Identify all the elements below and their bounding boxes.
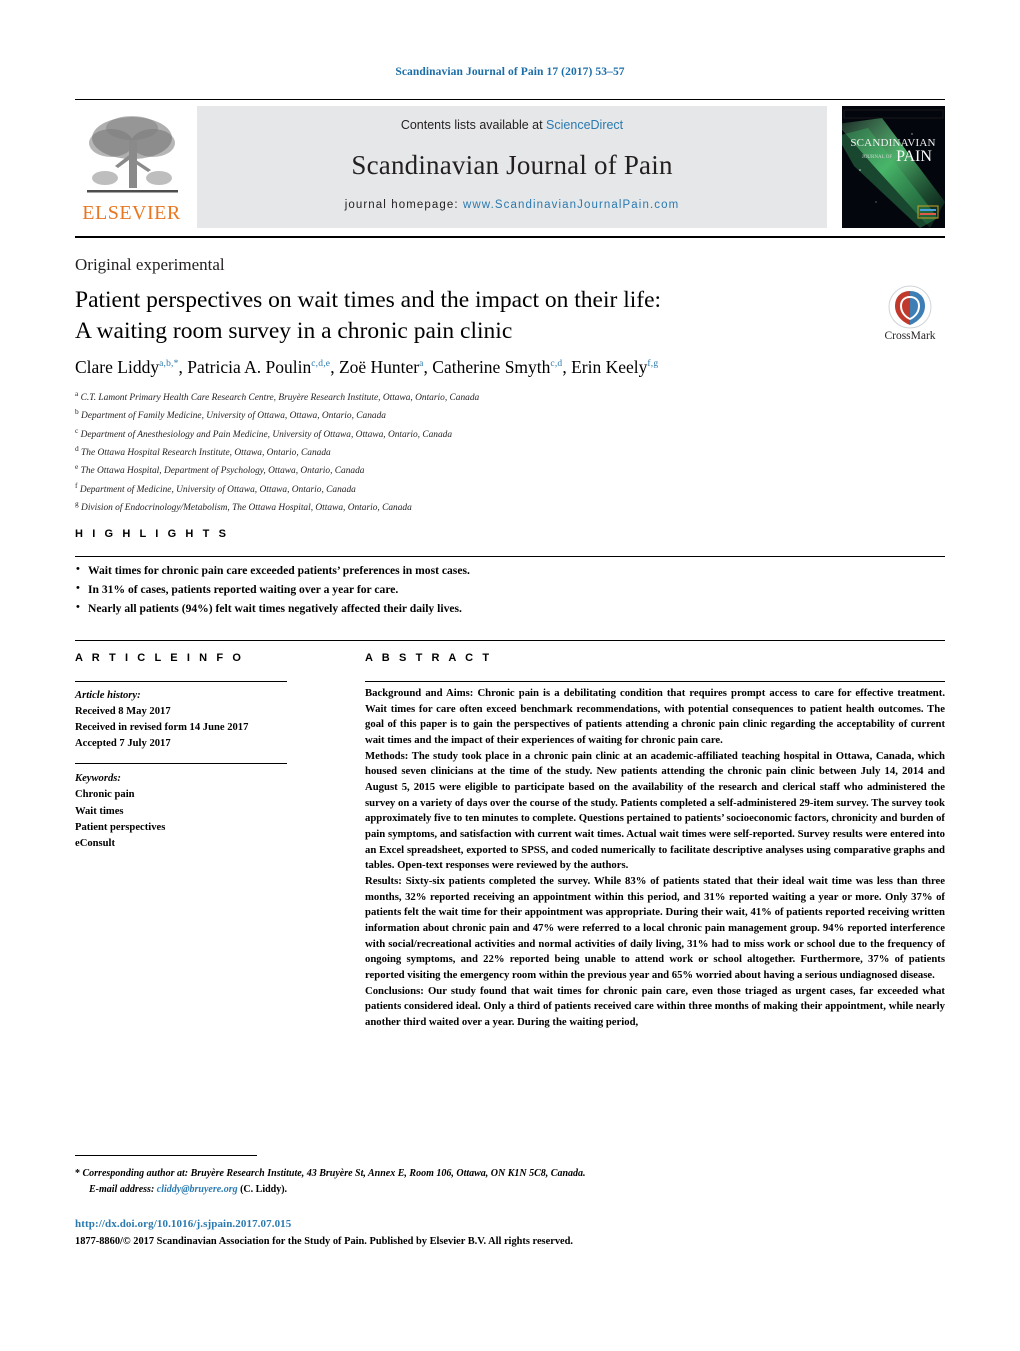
affiliation-item: c Department of Anesthesiology and Pain … xyxy=(75,425,453,440)
journal-homepage-link[interactable]: www.ScandinavianJournalPain.com xyxy=(463,199,679,211)
page-title: Patient perspectives on wait times and t… xyxy=(75,285,855,348)
email-link[interactable]: cliddy@bruyere.org xyxy=(157,1184,238,1195)
copyright-notice: 1877-8860/© 2017 Scandinavian Associatio… xyxy=(75,1236,574,1247)
footnote-divider xyxy=(75,1155,257,1156)
author-name: Clare Liddy xyxy=(75,357,160,377)
abstract-section-label: Methods: xyxy=(365,749,409,762)
author-list: Clare Liddya,b,*, Patricia A. Poulinc,d,… xyxy=(75,357,659,377)
journal-cover-thumbnail: SCANDINAVIAN JOURNAL OF PAIN xyxy=(842,106,945,228)
abstract-heading: A B S T R A C T xyxy=(365,652,493,664)
affiliation-item: f Department of Medicine, University of … xyxy=(75,480,356,495)
highlight-item: In 31% of cases, patients reported waiti… xyxy=(75,580,855,600)
doi-link[interactable]: http://dx.doi.org/10.1016/j.sjpain.2017.… xyxy=(75,1218,291,1230)
journal-article-page: Scandinavian Journal of Pain 17 (2017) 5… xyxy=(0,0,1020,1351)
keyword-item: Wait times xyxy=(75,805,124,817)
article-history-item: Received 8 May 2017 xyxy=(75,706,171,718)
article-history-item: Received in revised form 14 June 2017 xyxy=(75,722,249,734)
author-affiliation-marker: f,g xyxy=(647,359,659,370)
abstract-section: Background and Aims: Chronic pain is a d… xyxy=(365,687,945,747)
article-type: Original experimental xyxy=(75,255,225,274)
abstract-rule xyxy=(365,681,945,682)
affiliation-item: g Division of Endocrinology/Metabolism, … xyxy=(75,499,412,514)
header-divider xyxy=(75,99,945,100)
keyword-item: Chronic pain xyxy=(75,789,135,801)
highlights-divider xyxy=(75,556,945,557)
elsevier-wordmark: ELSEVIER xyxy=(82,202,181,224)
keywords-divider xyxy=(75,763,287,765)
highlight-item: Wait times for chronic pain care exceede… xyxy=(75,561,855,581)
elsevier-tree-icon xyxy=(85,110,180,200)
corresponding-author-line: * Corresponding author at: Bruyère Resea… xyxy=(75,1166,875,1182)
contents-available-line: Contents lists available at ScienceDirec… xyxy=(197,118,827,132)
author-name: Zoë Hunter xyxy=(338,357,420,377)
affiliation-item: d The Ottawa Hospital Research Institute… xyxy=(75,444,331,459)
email-owner: (C. Liddy). xyxy=(240,1183,288,1195)
highlights-heading: H I G H L I G H T S xyxy=(75,528,230,540)
keywords-items: Chronic pain Wait times Patient perspectiv… xyxy=(75,787,305,851)
affiliation-marker: d xyxy=(75,444,79,454)
article-info-heading: A R T I C L E I N F O xyxy=(75,652,244,664)
highlights-list: Wait times for chronic pain care exceede… xyxy=(75,561,855,619)
abstract-section: Conclusions: Our study found that wait t… xyxy=(365,984,945,1029)
affiliation-item: e The Ottawa Hospital, Department of Psy… xyxy=(75,462,365,477)
journal-title: Scandinavian Journal of Pain xyxy=(351,150,673,180)
affiliation-marker: a xyxy=(75,389,79,398)
abstract-section-label: Results: xyxy=(365,875,402,888)
corresponding-marker: * xyxy=(75,1168,80,1179)
abstract-section: Results: Sixty-six patients completed th… xyxy=(365,875,945,982)
email-label: E-mail address: xyxy=(89,1183,155,1195)
svg-text:JOURNAL OF: JOURNAL OF xyxy=(862,155,892,160)
corresponding-author-note: * Corresponding author at: Bruyère Resea… xyxy=(75,1166,875,1197)
keyword-item: eConsult xyxy=(75,837,116,849)
crossmark-badge[interactable]: CrossMark xyxy=(862,285,958,342)
title-block: Patient perspectives on wait times and t… xyxy=(75,285,855,348)
corresponding-address: Corresponding author at: Bruyère Researc… xyxy=(82,1168,586,1179)
journal-header-band: Contents lists available at ScienceDirec… xyxy=(197,106,827,228)
journal-masthead: ELSEVIER Contents lists available at Sci… xyxy=(75,106,945,228)
svg-text:PAIN: PAIN xyxy=(896,148,932,165)
affiliation-marker: f xyxy=(75,480,78,490)
abstract-section: Methods: The study took place in a chron… xyxy=(365,749,945,872)
affiliation-marker: c xyxy=(75,425,79,435)
author-name: Catherine Smyth xyxy=(432,357,551,377)
keywords-label: Keywords: xyxy=(75,773,121,785)
info-abstract-divider xyxy=(75,640,945,641)
masthead-divider xyxy=(75,236,945,238)
author-name: Patricia A. Poulin xyxy=(187,357,312,377)
affiliation-item: b Department of Family Medicine, Univers… xyxy=(75,407,386,422)
affiliation-marker: b xyxy=(75,407,79,417)
crossmark-icon xyxy=(888,285,932,329)
running-head: Scandinavian Journal of Pain 17 (2017) 5… xyxy=(395,66,625,78)
title-line-2: A waiting room survey in a chronic pain … xyxy=(75,318,513,345)
article-history-items: Received 8 May 2017 Received in revised f… xyxy=(75,704,305,752)
abstract-section-label: Conclusions: xyxy=(365,984,424,997)
affiliation-marker: g xyxy=(75,499,79,509)
title-line-1: Patient perspectives on wait times and t… xyxy=(75,287,662,313)
journal-homepage-line: journal homepage: www.ScandinavianJourna… xyxy=(197,199,827,211)
article-history-label: Article history: xyxy=(75,690,141,701)
author-affiliation-marker: a xyxy=(419,359,424,370)
elsevier-logo: ELSEVIER xyxy=(75,106,188,228)
author-affiliation-marker: c,d xyxy=(550,359,563,370)
abstract-body: Background and Aims: Chronic pain is a d… xyxy=(365,686,945,1031)
author-name: Erin Keely xyxy=(571,357,648,377)
article-info-block: Article history: Received 8 May 2017 Rece… xyxy=(75,688,305,852)
author-affiliation-marker: c,d,e xyxy=(311,359,331,370)
article-history-item: Accepted 7 July 2017 xyxy=(75,738,171,750)
article-info-rule xyxy=(75,681,287,682)
author-affiliation-marker: a,b,* xyxy=(159,359,179,370)
highlights-items: Wait times for chronic pain care exceede… xyxy=(75,561,855,619)
keyword-item: Patient perspectives xyxy=(75,821,166,833)
affiliation-marker: e xyxy=(75,462,79,472)
affiliation-item: a C.T. Lamont Primary Health Care Resear… xyxy=(75,389,480,404)
crossmark-label: CrossMark xyxy=(884,330,936,342)
email-line: E-mail address: cliddy@bruyere.org (C. L… xyxy=(75,1182,875,1198)
affiliation-list: a C.T. Lamont Primary Health Care Resear… xyxy=(75,388,875,517)
highlight-item: Nearly all patients (94%) felt wait time… xyxy=(75,599,855,619)
homepage-prefix: journal homepage: xyxy=(344,199,463,211)
contents-prefix: Contents lists available at xyxy=(400,118,547,132)
abstract-section-label: Background and Aims: xyxy=(365,687,474,699)
sciencedirect-link[interactable]: ScienceDirect xyxy=(546,118,623,132)
